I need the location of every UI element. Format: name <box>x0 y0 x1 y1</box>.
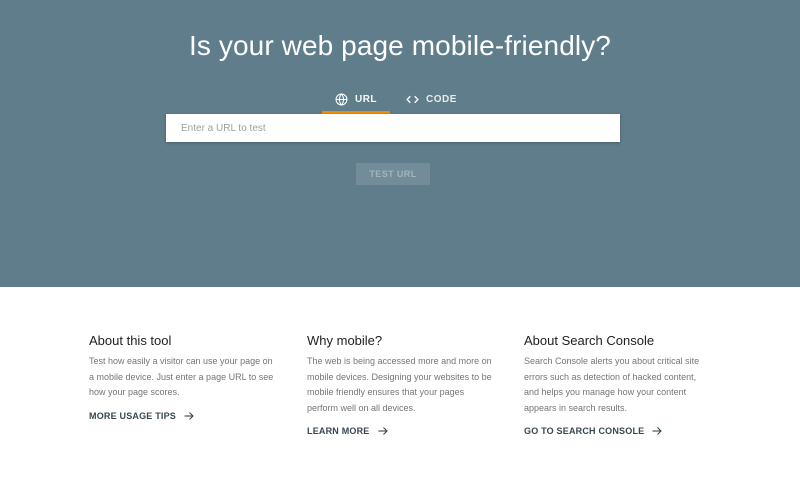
card-body: Search Console alerts you about critical… <box>524 356 700 413</box>
card-link-label: LEARN MORE <box>307 426 370 436</box>
tab-url[interactable]: URL <box>322 84 390 114</box>
page-title: Is your web page mobile-friendly? <box>189 30 611 61</box>
tab-code[interactable]: CODE <box>406 84 466 114</box>
card-about-search-console: About Search Console Search Console aler… <box>524 333 709 439</box>
card-why-mobile: Why mobile? The web is being accessed mo… <box>307 333 492 439</box>
arrow-right-icon <box>377 425 389 437</box>
card-title: Why mobile? <box>307 333 383 348</box>
card-body: The web is being accessed more and more … <box>307 356 492 413</box>
arrow-right-icon <box>183 410 195 422</box>
test-url-button[interactable]: TEST URL <box>356 163 430 185</box>
card-title: About Search Console <box>524 333 655 348</box>
card-link-label: MORE USAGE TIPS <box>89 410 177 421</box>
globe-icon <box>335 92 348 106</box>
go-to-search-console-link[interactable]: GO TO SEARCH CONSOLE <box>524 425 663 437</box>
card-link-label: GO TO SEARCH CONSOLE <box>524 426 645 436</box>
input-mode-tabs: URL CODE <box>322 84 478 114</box>
info-cards: About this tool Test how easily a visito… <box>0 287 800 480</box>
hero-section: Is your web page mobile-friendly? URL CO… <box>0 0 800 287</box>
tab-url-label: URL <box>354 93 378 105</box>
arrow-right-icon <box>651 425 663 437</box>
card-title: About this tool <box>89 333 172 348</box>
card-about-tool: About this tool Test how easily a visito… <box>89 333 274 424</box>
more-usage-tips-link[interactable]: MORE USAGE TIPS <box>89 410 195 422</box>
url-input[interactable] <box>166 114 620 142</box>
tab-code-label: CODE <box>426 93 457 105</box>
card-body: Test how easily a visitor can use your p… <box>89 356 274 397</box>
learn-more-link[interactable]: LEARN MORE <box>307 425 389 437</box>
code-brackets-icon <box>406 93 419 106</box>
